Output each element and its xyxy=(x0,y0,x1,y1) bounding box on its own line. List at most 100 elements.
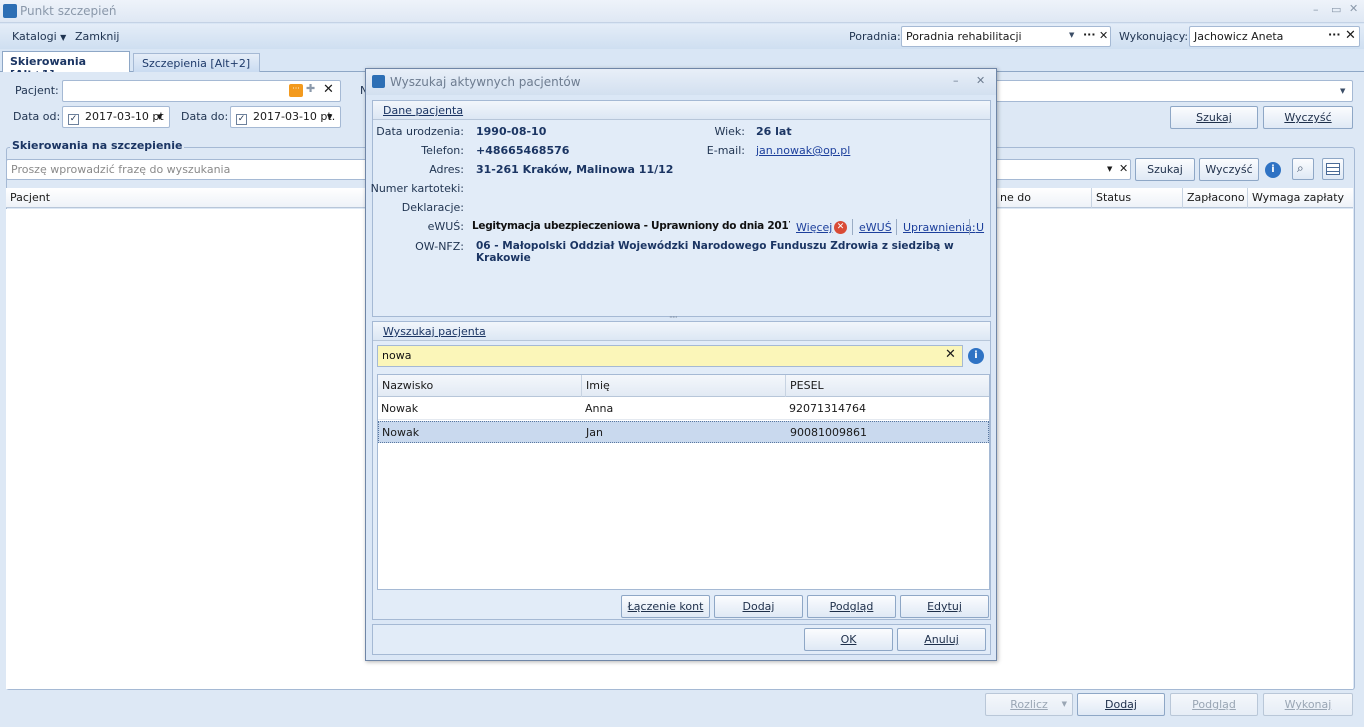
dob-value: 1990-08-10 xyxy=(476,125,547,138)
table-row[interactable]: Nowak Anna 92071314764 xyxy=(378,398,989,420)
col-name[interactable]: Imię xyxy=(582,375,786,397)
dialog-title: Wyszukaj aktywnych pacjentów xyxy=(390,75,581,89)
error-icon[interactable]: ✕ xyxy=(834,221,847,234)
patient-search-input[interactable]: nowa ✕ xyxy=(377,345,963,367)
ewus-more-link[interactable]: Więcej xyxy=(796,221,832,234)
ewus-label: eWUŚ: xyxy=(427,220,464,233)
age-value: 26 lat xyxy=(756,125,792,138)
grid-icon xyxy=(1326,163,1340,175)
execute-button[interactable]: Wykonaj xyxy=(1263,693,1353,716)
col-requires-payment[interactable]: Wymaga zapłaty xyxy=(1248,188,1353,208)
info-icon[interactable]: i xyxy=(1265,162,1281,178)
ok-button[interactable]: OK xyxy=(804,628,893,651)
dropdown-arrow-icon[interactable]: ▼ xyxy=(1107,165,1112,173)
close-icon[interactable]: ✕ xyxy=(976,74,985,87)
u-link[interactable]: U xyxy=(976,221,984,234)
patients-grid-header: Nazwisko Imię PESEL xyxy=(378,375,989,397)
cell-name: Jan xyxy=(586,426,603,439)
phone-label: Telefon: xyxy=(421,144,464,157)
cell-surname: Nowak xyxy=(382,426,420,439)
dialog-preview-button[interactable]: Podgląd xyxy=(807,595,896,618)
wykonujacy-select[interactable]: Jachowicz Aneta ··· ✕ xyxy=(1189,26,1360,47)
date-from-value: 2017-03-10 pt xyxy=(85,110,164,123)
dialog-edit-button[interactable]: Edytuj xyxy=(900,595,989,618)
date-from-label: Data od: xyxy=(13,110,61,123)
clear-icon[interactable]: ✕ xyxy=(1345,28,1356,43)
referrals-search-placeholder: Proszę wprowadzić frazę do wyszukania xyxy=(11,163,231,176)
dropdown-arrow-icon[interactable]: ▼ xyxy=(1340,87,1345,95)
preview-button[interactable]: Podgląd xyxy=(1170,693,1258,716)
settle-button[interactable]: Rozlicz ▼ xyxy=(985,693,1073,716)
minimize-icon[interactable]: – xyxy=(953,74,959,87)
col-surname[interactable]: Nazwisko xyxy=(378,375,582,397)
patient-search-panel: Wyszukaj pacjenta nowa ✕ i Nazwisko Imię… xyxy=(372,321,991,620)
date-from-checkbox[interactable]: ✓ xyxy=(68,110,83,125)
clear-icon[interactable]: ✕ xyxy=(1119,162,1128,175)
app-icon xyxy=(3,4,17,18)
restore-icon[interactable]: ▭ xyxy=(1331,3,1341,16)
col-status[interactable]: Status xyxy=(1092,188,1183,208)
tab-skierowania[interactable]: Skierowania [Alt+1] xyxy=(2,51,130,81)
advanced-search-button[interactable]: ⌕ xyxy=(1292,158,1314,180)
cancel-button[interactable]: Anuluj xyxy=(897,628,986,651)
address-value: 31-261 Kraków, Malinowa 11/12 xyxy=(476,163,674,176)
close-icon[interactable]: ✕ xyxy=(1349,2,1358,15)
more-icon[interactable]: ··· xyxy=(1328,28,1341,41)
date-to-field[interactable]: ✓ 2017-03-10 pt. ▼ xyxy=(230,106,341,128)
menu-catalogs[interactable]: Katalogi ▼ xyxy=(12,30,66,43)
window-title: Punkt szczepień xyxy=(20,4,117,18)
clear-icon[interactable]: ✕ xyxy=(1099,29,1108,42)
col-patient[interactable]: Pacjent xyxy=(6,188,366,208)
ewus-link[interactable]: eWUŚ xyxy=(859,221,892,234)
poradnia-select[interactable]: Poradnia rehabilitacji ▼ ··· ✕ xyxy=(901,26,1111,47)
info-icon[interactable]: i xyxy=(968,348,984,364)
email-label: E-mail: xyxy=(706,144,745,157)
menu-close[interactable]: Zamknij xyxy=(75,30,119,43)
n-select[interactable]: ▼ xyxy=(995,80,1353,102)
poradnia-value: Poradnia rehabilitacji xyxy=(906,30,1022,43)
title-bar: Punkt szczepień – ▭ ✕ xyxy=(0,0,1364,23)
chevron-down-icon: ▼ xyxy=(1061,700,1067,708)
dob-label: Data urodzenia: xyxy=(376,125,464,138)
dialog-footer: OK Anuluj xyxy=(372,624,991,655)
patient-input[interactable]: ··· ✚ ✕ xyxy=(62,80,341,102)
dropdown-arrow-icon[interactable]: ▼ xyxy=(327,113,332,121)
minimize-icon[interactable]: – xyxy=(1313,3,1319,16)
tab-szczepienia[interactable]: Szczepienia [Alt+2] xyxy=(133,53,260,72)
cell-pesel: 92071314764 xyxy=(789,402,866,415)
add-button[interactable]: Dodaj xyxy=(1077,693,1165,716)
dialog-add-button[interactable]: Dodaj xyxy=(714,595,803,618)
date-from-field[interactable]: ✓ 2017-03-10 pt ▼ xyxy=(62,106,170,128)
rights-link[interactable]: Uprawnienia: xyxy=(903,221,976,234)
separator xyxy=(969,219,970,235)
clear-icon[interactable]: ✕ xyxy=(945,347,956,362)
patient-search-value: nowa xyxy=(382,349,412,362)
more-icon[interactable]: ··· xyxy=(1083,28,1096,41)
nfz-value: 06 - Małopolski Oddział Wojewódzki Narod… xyxy=(476,240,954,264)
card-number-label: Numer kartoteki: xyxy=(370,182,464,195)
more-icon[interactable]: ··· xyxy=(289,84,303,97)
col-pesel[interactable]: PESEL xyxy=(786,375,989,397)
referrals-search-button[interactable]: Szukaj xyxy=(1135,158,1195,181)
cell-pesel: 90081009861 xyxy=(790,426,867,439)
col-valid-to[interactable]: ne do xyxy=(996,188,1092,208)
filter-clear-button[interactable]: Wyczyść xyxy=(1263,106,1353,129)
dropdown-arrow-icon[interactable]: ▼ xyxy=(1069,31,1074,39)
search-patients-dialog: Wyszukaj aktywnych pacjentów – ✕ Dane pa… xyxy=(365,68,997,661)
patient-search-header: Wyszukaj pacjenta xyxy=(373,322,990,341)
patient-data-header: Dane pacjenta xyxy=(373,101,990,120)
table-row-selected[interactable]: Nowak Jan 90081009861 xyxy=(378,421,989,443)
col-paid[interactable]: Zapłacono xyxy=(1183,188,1248,208)
add-icon[interactable]: ✚ xyxy=(306,82,315,95)
filter-search-button[interactable]: Szukaj xyxy=(1170,106,1258,129)
referrals-clear-button[interactable]: Wyczyść xyxy=(1199,158,1259,181)
dropdown-arrow-icon[interactable]: ▼ xyxy=(157,113,162,121)
email-link[interactable]: jan.nowak@op.pl xyxy=(756,144,850,157)
date-to-checkbox[interactable]: ✓ xyxy=(236,110,251,125)
separator xyxy=(896,219,897,235)
merge-accounts-button[interactable]: Łączenie kont xyxy=(621,595,710,618)
magnifier-icon: ⌕ xyxy=(1297,161,1304,175)
clear-icon[interactable]: ✕ xyxy=(323,82,334,97)
patients-grid: Nazwisko Imię PESEL Nowak Anna 920713147… xyxy=(377,374,990,590)
columns-button[interactable] xyxy=(1322,158,1344,180)
